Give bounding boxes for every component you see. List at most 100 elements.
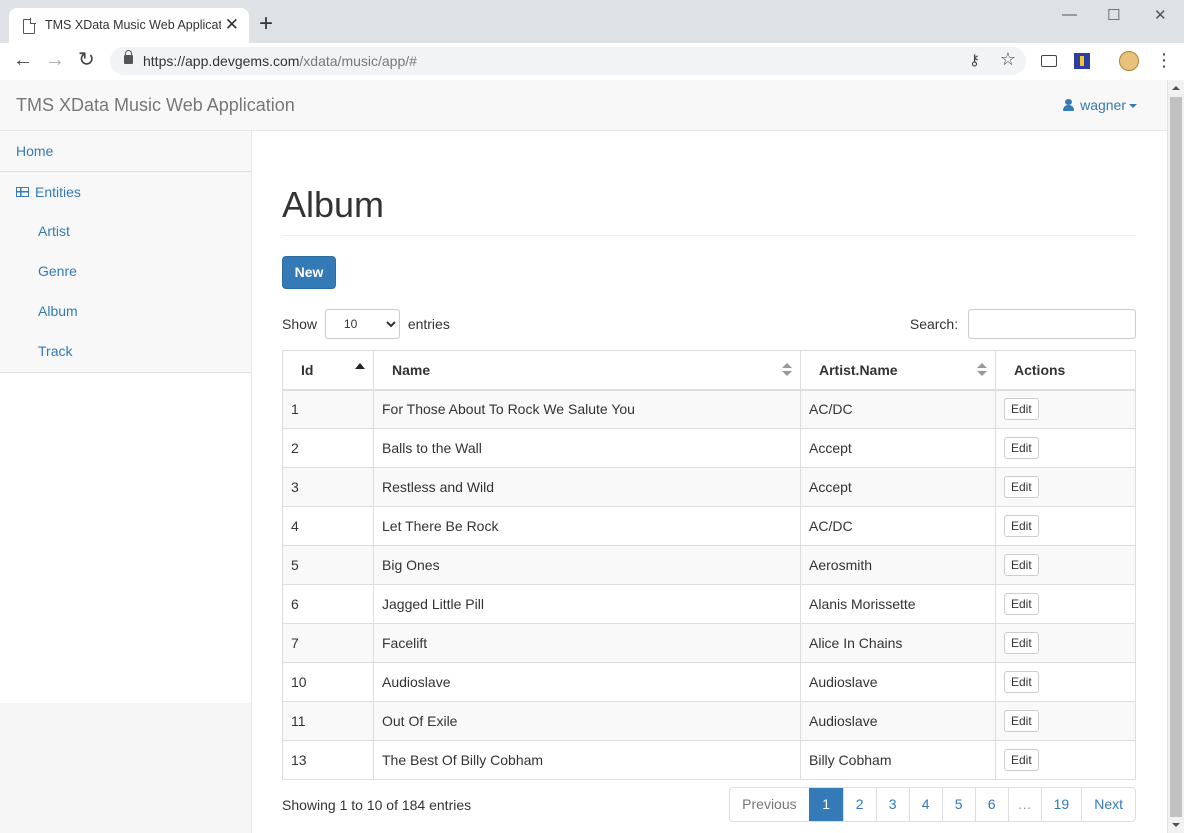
page-button-2[interactable]: 2 (842, 788, 876, 821)
show-label: Show (282, 316, 318, 332)
column-header-name[interactable]: Name (373, 350, 801, 391)
table-header-row: Id Name Artist.Name Actions (282, 350, 1136, 391)
extension-icon[interactable] (1074, 53, 1090, 69)
table-row: 1 For Those About To Rock We Salute You … (282, 389, 1136, 429)
edit-button[interactable]: Edit (1004, 476, 1039, 498)
entries-select-box[interactable]: 10 (324, 309, 400, 339)
cell-actions: Edit (995, 506, 1136, 546)
table-row: 5 Big Ones Aerosmith Edit (282, 545, 1136, 585)
cell-actions: Edit (995, 545, 1136, 585)
profile-avatar[interactable] (1119, 51, 1139, 71)
edit-button[interactable]: Edit (1004, 632, 1039, 654)
page-icon (23, 18, 36, 34)
sidebar-item-entities[interactable]: Entities (0, 172, 251, 212)
page-button-19[interactable]: 19 (1040, 788, 1082, 821)
cell-id: 6 (282, 584, 374, 624)
scroll-up-arrow-icon[interactable] (1172, 86, 1180, 90)
search-input[interactable] (968, 309, 1136, 339)
cell-id: 11 (282, 701, 374, 741)
star-icon[interactable]: ☆ (1000, 49, 1016, 70)
new-button[interactable]: New (282, 256, 336, 289)
cell-id: 5 (282, 545, 374, 585)
cell-name: Let There Be Rock (373, 506, 801, 546)
table-row: 4 Let There Be Rock AC/DC Edit (282, 506, 1136, 546)
browser-tab[interactable]: TMS XData Music Web Application ✕ (9, 8, 249, 44)
page-button-4[interactable]: 4 (908, 788, 942, 821)
sidebar-item-album[interactable]: Album (0, 292, 251, 332)
sidebar-empty-area (0, 373, 251, 703)
sidebar: Home Entities Artist Genre Album Track (0, 131, 252, 833)
cell-artist: Accept (800, 467, 996, 507)
maximize-button[interactable]: ☐ (1107, 6, 1120, 24)
cell-name: For Those About To Rock We Salute You (373, 389, 801, 429)
page-button-6[interactable]: 6 (974, 788, 1008, 821)
pagination-ellipsis: … (1007, 788, 1041, 821)
albums-table: Id Name Artist.Name Actions 1 For Those … (282, 350, 1136, 780)
edit-button[interactable]: Edit (1004, 671, 1039, 693)
edit-button[interactable]: Edit (1004, 398, 1039, 421)
app-page: TMS XData Music Web Application wagner H… (0, 80, 1167, 833)
close-window-button[interactable]: ✕ (1154, 6, 1167, 24)
reload-icon[interactable]: ↻ (78, 49, 95, 71)
next-page-button[interactable]: Next (1081, 788, 1135, 821)
cell-artist: AC/DC (800, 389, 996, 429)
table-row: 7 Facelift Alice In Chains Edit (282, 623, 1136, 663)
back-arrow-icon[interactable]: ← (13, 49, 33, 71)
scrollbar-thumb[interactable] (1170, 97, 1182, 817)
page-button-1[interactable]: 1 (808, 788, 843, 821)
edit-button[interactable]: Edit (1004, 437, 1039, 459)
edit-button[interactable]: Edit (1004, 515, 1039, 537)
cell-name: The Best Of Billy Cobham (373, 740, 801, 780)
cell-artist: Alice In Chains (800, 623, 996, 663)
page-title: Album (282, 184, 385, 225)
cell-id: 7 (282, 623, 374, 663)
new-tab-button[interactable]: + (259, 12, 273, 36)
pagination: Previous 1 2 3 4 5 6 … 19 Next (729, 787, 1136, 822)
table-row: 6 Jagged Little Pill Alanis Morissette E… (282, 584, 1136, 624)
cell-id: 1 (282, 389, 374, 429)
edit-button[interactable]: Edit (1004, 749, 1039, 771)
entries-select[interactable]: 10 (321, 309, 404, 339)
url-text: https://app.devgems.com/xdata/music/app/… (143, 53, 417, 69)
cell-artist: Billy Cobham (800, 740, 996, 780)
sidebar-item-genre[interactable]: Genre (0, 252, 251, 292)
cell-name: Jagged Little Pill (373, 584, 801, 624)
cell-name: Audioslave (373, 662, 801, 702)
edit-button[interactable]: Edit (1004, 710, 1039, 732)
close-tab-icon[interactable]: ✕ (225, 16, 239, 34)
edit-button[interactable]: Edit (1004, 593, 1039, 615)
cell-actions: Edit (995, 701, 1136, 741)
cast-icon[interactable] (1041, 55, 1057, 67)
cell-artist: AC/DC (800, 506, 996, 546)
page-button-3[interactable]: 3 (875, 788, 909, 821)
column-header-id[interactable]: Id (282, 350, 374, 391)
key-icon[interactable]: ⚷ (969, 51, 980, 69)
cell-name: Facelift (373, 623, 801, 663)
address-bar[interactable]: https://app.devgems.com/xdata/music/app/… (110, 47, 1026, 75)
menu-kebab-icon[interactable]: ⋮ (1155, 49, 1173, 71)
brand-title[interactable]: TMS XData Music Web Application (16, 95, 295, 116)
entries-length-control: Show 10 entries (282, 309, 450, 339)
column-header-artist-name[interactable]: Artist.Name (800, 350, 996, 391)
minimize-button[interactable]: — (1062, 6, 1077, 23)
forward-arrow-icon[interactable]: → (45, 49, 65, 71)
table-row: 2 Balls to the Wall Accept Edit (282, 428, 1136, 468)
cell-actions: Edit (995, 389, 1136, 429)
table-row: 11 Out Of Exile Audioslave Edit (282, 701, 1136, 741)
sidebar-item-home[interactable]: Home (0, 131, 251, 172)
sidebar-item-artist[interactable]: Artist (0, 212, 251, 252)
edit-button[interactable]: Edit (1004, 554, 1039, 576)
cell-actions: Edit (995, 740, 1136, 780)
cell-id: 10 (282, 662, 374, 702)
previous-page-button[interactable]: Previous (730, 788, 808, 821)
caret-down-icon (1129, 104, 1137, 108)
table-icon (16, 187, 29, 197)
page-button-5[interactable]: 5 (941, 788, 975, 821)
scroll-down-arrow-icon[interactable] (1172, 823, 1180, 827)
main-content: Album New Show 10 entries Search: Id Nam… (252, 131, 1167, 833)
cell-artist: Audioslave (800, 662, 996, 702)
sidebar-item-track[interactable]: Track (0, 332, 251, 372)
cell-artist: Aerosmith (800, 545, 996, 585)
vertical-scrollbar[interactable] (1167, 80, 1184, 833)
user-menu[interactable]: wagner (1063, 97, 1137, 113)
